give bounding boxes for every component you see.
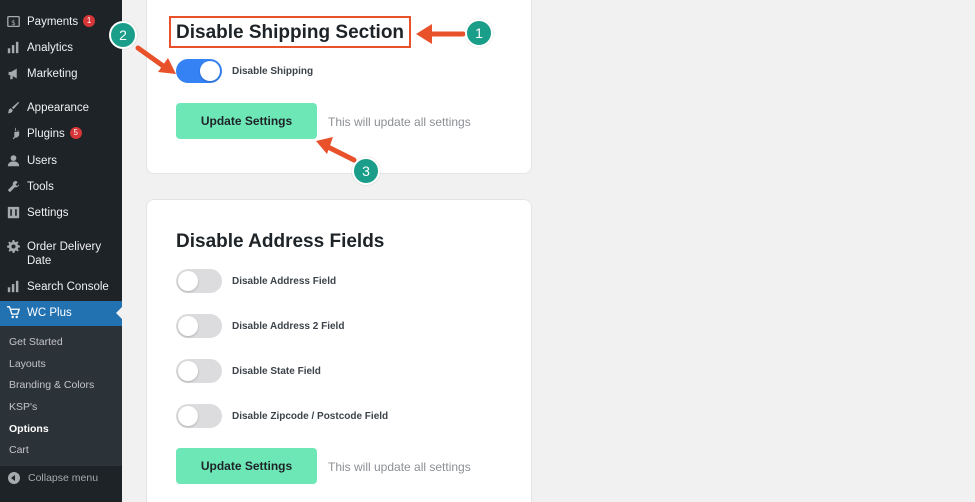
toggle-knob	[178, 316, 198, 336]
sliders-icon	[7, 206, 20, 219]
sidebar-item-search-console[interactable]: Search Console	[0, 280, 122, 294]
sidebar-item-label: Analytics	[27, 42, 74, 54]
toggle-knob	[178, 361, 198, 381]
disable-state-label: Disable State Field	[232, 366, 321, 377]
disable-address2-label: Disable Address 2 Field	[232, 321, 345, 332]
notification-badge: 5	[69, 127, 82, 139]
sidebar-item-label: Payments	[27, 16, 79, 28]
collapse-icon	[8, 472, 20, 484]
sidebar-item-label-wrap: Order Delivery Date	[27, 240, 101, 268]
sidebar-item-label: Users	[27, 155, 58, 167]
gear-icon	[7, 240, 20, 253]
collapse-menu-button[interactable]: Collapse menu	[0, 472, 122, 484]
disable-state-toggle[interactable]	[176, 359, 222, 383]
disable-address2-toggle[interactable]	[176, 314, 222, 338]
sidebar-item-label: Order Delivery	[27, 241, 102, 253]
plug-icon	[7, 127, 20, 140]
toggle-knob	[178, 271, 198, 291]
update-settings-button[interactable]: Update Settings	[176, 103, 317, 139]
disable-zipcode-label: Disable Zipcode / Postcode Field	[232, 411, 389, 422]
user-icon	[7, 154, 20, 167]
megaphone-icon	[7, 67, 20, 80]
sidebar-item-marketing[interactable]: Marketing	[0, 67, 122, 81]
collapse-menu-label: Collapse menu	[28, 472, 99, 484]
sidebar-item-label: Search Console	[27, 281, 109, 293]
cart-icon	[7, 306, 20, 319]
sidebar-item-label: Tools	[27, 181, 54, 193]
update-settings-button-2[interactable]: Update Settings	[176, 448, 317, 484]
update-hint: This will update all settings	[328, 115, 471, 129]
wrench-icon	[7, 180, 20, 193]
submenu-get-started[interactable]: Get Started	[9, 336, 63, 349]
disable-address-toggle[interactable]	[176, 269, 222, 293]
bar-chart-icon	[7, 280, 20, 293]
sidebar-item-label: Plugins	[27, 128, 65, 140]
sidebar-item-analytics[interactable]: Analytics	[0, 41, 122, 55]
sidebar-item-tools[interactable]: Tools	[0, 180, 122, 194]
toggle-knob	[200, 61, 220, 81]
svg-text:$: $	[11, 18, 16, 27]
wc-plus-submenu: Get Started Layouts Branding & Colors KS…	[0, 326, 122, 466]
step-marker-2: 2	[109, 21, 137, 49]
sidebar-item-plugins[interactable]: Plugins 5	[0, 127, 122, 141]
shipping-section-title: Disable Shipping Section	[176, 22, 405, 43]
submenu-options[interactable]: Options	[9, 423, 49, 436]
disable-shipping-toggle[interactable]	[176, 59, 222, 83]
sidebar-item-label: Settings	[27, 207, 69, 219]
address-section-title: Disable Address Fields	[176, 231, 385, 252]
sidebar-item-label-line2: Date	[27, 255, 52, 267]
bar-chart-icon	[7, 41, 20, 54]
sidebar-item-label: Marketing	[27, 68, 78, 80]
disable-shipping-label: Disable Shipping	[232, 66, 314, 77]
step-marker-3: 3	[352, 157, 380, 185]
submenu-cart[interactable]: Cart	[9, 444, 29, 457]
sidebar-item-appearance[interactable]: Appearance	[0, 101, 122, 115]
sidebar-item-users[interactable]: Users	[0, 154, 122, 168]
notification-badge: 1	[83, 15, 96, 27]
disable-zipcode-toggle[interactable]	[176, 404, 222, 428]
toggle-knob	[178, 406, 198, 426]
paintbrush-icon	[7, 101, 20, 114]
disable-address-label: Disable Address Field	[232, 276, 337, 287]
update-hint-2: This will update all settings	[328, 460, 471, 474]
dollar-icon: $	[7, 15, 20, 28]
submenu-ksps[interactable]: KSP's	[9, 401, 37, 414]
sidebar-item-settings[interactable]: Settings	[0, 206, 122, 220]
submenu-branding-colors[interactable]: Branding & Colors	[9, 379, 94, 392]
sidebar-item-payments[interactable]: $ Payments 1	[0, 15, 122, 29]
admin-sidebar: $ Payments 1 Analytics Marketing Appearan…	[0, 0, 122, 502]
sidebar-item-label: Appearance	[27, 102, 90, 114]
submenu-layouts[interactable]: Layouts	[9, 358, 46, 371]
sidebar-item-label: WC Plus	[27, 307, 72, 319]
sidebar-item-wc-plus[interactable]: WC Plus	[0, 306, 122, 320]
step-marker-1: 1	[465, 19, 493, 47]
sidebar-item-order-delivery-date[interactable]: Order Delivery Date	[0, 240, 122, 268]
